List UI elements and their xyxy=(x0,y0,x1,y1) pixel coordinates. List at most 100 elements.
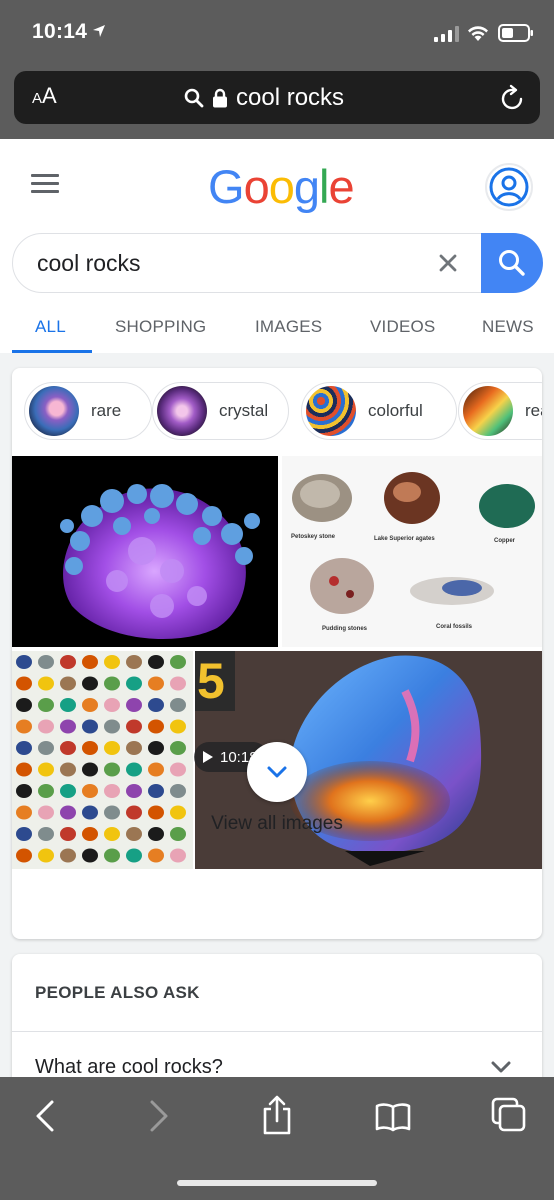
tab-all[interactable]: ALL xyxy=(35,317,66,337)
gemstone xyxy=(148,741,164,755)
panel-label: Copper xyxy=(494,538,515,544)
url-display[interactable]: cool rocks xyxy=(184,83,344,113)
browser-toolbar xyxy=(0,1077,554,1200)
gemstone xyxy=(60,719,76,734)
gemstone xyxy=(126,741,142,755)
reload-icon[interactable] xyxy=(500,84,526,112)
gemstone xyxy=(148,762,164,777)
gemstone xyxy=(148,848,164,863)
gemstone xyxy=(104,741,120,755)
gemstone xyxy=(126,719,142,734)
forward-icon[interactable] xyxy=(148,1099,170,1133)
chevron-down-icon xyxy=(267,766,287,778)
gemstone xyxy=(38,655,54,669)
tab-videos[interactable]: VIDEOS xyxy=(370,317,435,337)
ranking-number: 5 xyxy=(195,651,235,711)
account-icon[interactable] xyxy=(484,162,534,212)
menu-icon[interactable] xyxy=(31,174,59,194)
gemstone xyxy=(104,784,120,798)
google-logo[interactable]: Google xyxy=(208,159,355,214)
gemstone xyxy=(126,698,142,712)
gemstone xyxy=(16,784,32,798)
chip-thumbnail xyxy=(306,386,356,436)
gemstone xyxy=(60,848,76,863)
gemstone xyxy=(60,698,76,712)
bookmarks-icon[interactable] xyxy=(375,1102,411,1132)
image-result-purple-crystal[interactable] xyxy=(12,456,278,647)
gemstone xyxy=(148,784,164,798)
people-also-ask-title: PEOPLE ALSO ASK xyxy=(35,983,200,1002)
panel-label: Pudding stones xyxy=(322,626,367,632)
search-box[interactable]: cool rocks xyxy=(12,233,543,293)
gemstone xyxy=(104,719,120,734)
chip-rea[interactable]: rea xyxy=(458,382,542,440)
gemstone xyxy=(38,762,54,777)
search-input[interactable]: cool rocks xyxy=(37,250,141,277)
gemstone xyxy=(16,762,32,777)
gemstone xyxy=(60,676,76,691)
tab-news[interactable]: NEWS xyxy=(482,317,534,337)
tabs-icon[interactable] xyxy=(491,1097,527,1133)
gemstone xyxy=(60,741,76,755)
clear-search-icon[interactable] xyxy=(437,252,459,274)
gemstone xyxy=(126,655,142,669)
crystal-cluster-illustration xyxy=(60,484,260,639)
gemstone xyxy=(104,762,120,777)
chip-crystal[interactable]: crystal xyxy=(152,382,289,440)
gemstone xyxy=(148,655,164,669)
tab-shopping[interactable]: SHOPPING xyxy=(115,317,206,337)
active-tab-indicator xyxy=(12,350,92,353)
chip-rare[interactable]: rare xyxy=(24,382,152,440)
gemstone xyxy=(38,784,54,798)
image-result-gemstone-grid[interactable] xyxy=(12,651,193,869)
chip-colorful[interactable]: colorful xyxy=(301,382,457,440)
google-header: Google cool rocks ALL SHOPPING IMAGES VI… xyxy=(0,139,554,353)
divider xyxy=(12,1031,542,1032)
share-icon[interactable] xyxy=(261,1095,293,1135)
gemstone xyxy=(148,698,164,712)
logo-letter: o xyxy=(243,160,270,213)
gemstone xyxy=(16,698,32,712)
gemstone xyxy=(16,848,32,863)
gemstone xyxy=(82,655,98,669)
chevron-down-icon[interactable] xyxy=(490,1060,512,1074)
logo-letter: e xyxy=(328,160,354,213)
gemstone xyxy=(16,676,32,691)
panel-label: Coral fossils xyxy=(436,624,473,630)
gemstone xyxy=(170,762,186,777)
search-icon xyxy=(499,250,525,276)
view-all-images-link[interactable]: View all images xyxy=(12,813,542,835)
gemstone xyxy=(60,762,76,777)
image-result-specimen-panel[interactable]: Petoskey stone Lake Superior agates Copp… xyxy=(282,456,542,647)
cellular-signal-icon xyxy=(434,26,459,42)
gemstone xyxy=(82,762,98,777)
browser-address-bar[interactable]: AA cool rocks xyxy=(14,71,540,124)
gemstone xyxy=(104,676,120,691)
gemstone xyxy=(82,676,98,691)
wifi-icon xyxy=(468,26,488,41)
gemstone xyxy=(82,698,98,712)
gemstone xyxy=(38,719,54,734)
text-size-button[interactable]: AA xyxy=(32,84,57,111)
paa-question[interactable]: What are cool rocks? xyxy=(35,1056,223,1079)
google-results-page: Google cool rocks ALL SHOPPING IMAGES VI… xyxy=(0,139,554,1079)
gemstone xyxy=(170,676,186,691)
gemstone xyxy=(38,741,54,755)
image-results-card: rare crystal colorful rea xyxy=(12,368,542,939)
gemstone xyxy=(104,655,120,669)
gemstone xyxy=(126,762,142,777)
lock-icon xyxy=(213,88,227,108)
expand-images-button[interactable] xyxy=(247,742,307,802)
tab-images[interactable]: IMAGES xyxy=(255,317,322,337)
gemstone xyxy=(104,698,120,712)
gemstone xyxy=(170,784,186,798)
back-icon[interactable] xyxy=(34,1099,56,1133)
gemstone xyxy=(148,676,164,691)
gemstone xyxy=(16,741,32,755)
gemstone xyxy=(82,848,98,863)
status-time: 10:14 xyxy=(32,20,88,43)
logo-letter: o xyxy=(268,160,295,213)
specimen-panel-illustration xyxy=(292,472,535,614)
search-button[interactable] xyxy=(481,233,543,293)
panel-label: Petoskey stone xyxy=(291,534,336,540)
